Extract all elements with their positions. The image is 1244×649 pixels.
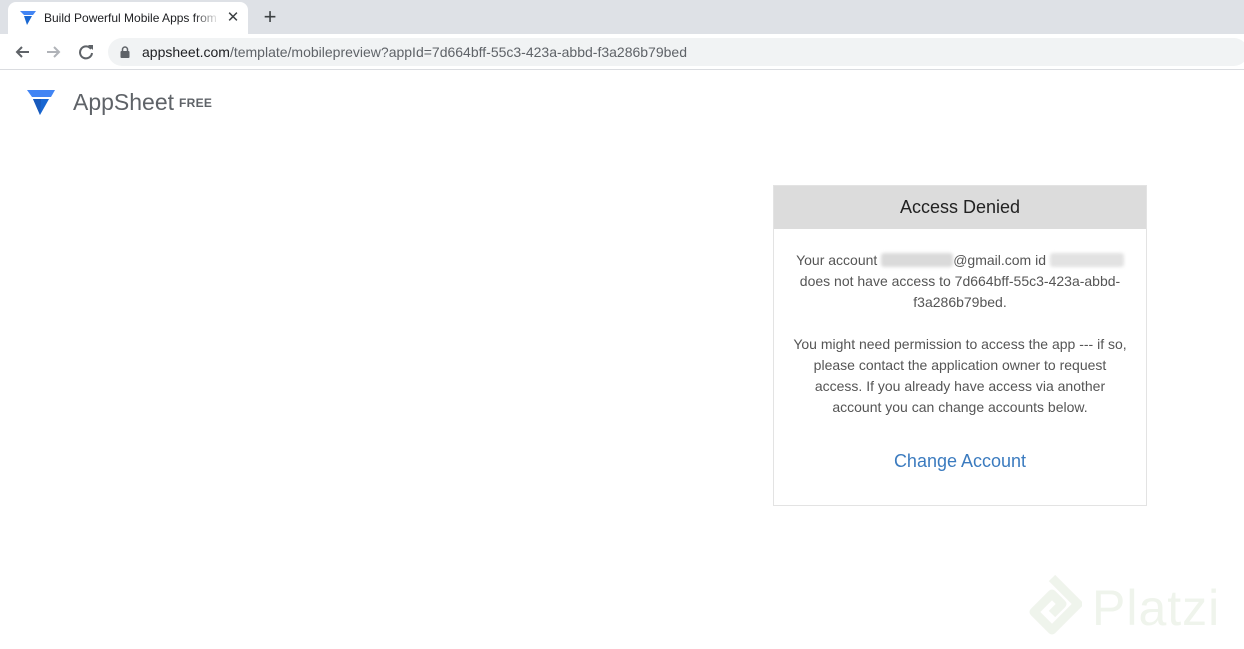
account-info-paragraph: Your account @gmail.com id does not have… xyxy=(790,250,1130,313)
url-host: appsheet.com xyxy=(142,44,230,60)
url-text: appsheet.com/template/mobilepreview?appI… xyxy=(142,44,687,60)
url-path: /template/mobilepreview?appId=7d664bff-5… xyxy=(229,44,687,60)
arrow-left-icon xyxy=(15,46,29,58)
forward-button[interactable] xyxy=(42,40,66,64)
tab-title: Build Powerful Mobile Apps from Data xyxy=(44,11,220,25)
appsheet-logo-icon xyxy=(27,90,55,115)
lock-icon xyxy=(120,46,130,58)
back-button[interactable] xyxy=(10,40,34,64)
browser-tab-strip: Build Powerful Mobile Apps from Data ✕ + xyxy=(0,0,1244,34)
arrow-right-icon xyxy=(47,46,61,58)
new-tab-button[interactable]: + xyxy=(258,5,282,29)
access-denied-card: Access Denied Your account @gmail.com id… xyxy=(773,185,1147,506)
platzi-logo-icon xyxy=(1029,574,1082,635)
permission-paragraph: You might need permission to access the … xyxy=(793,336,1127,415)
browser-tab-active[interactable]: Build Powerful Mobile Apps from Data ✕ xyxy=(8,2,248,34)
redacted-email xyxy=(881,253,954,267)
reload-button[interactable] xyxy=(74,40,98,64)
redacted-id xyxy=(1049,253,1124,267)
plan-badge: FREE xyxy=(179,96,213,110)
account-prefix: Your account xyxy=(796,252,878,268)
card-message: Your account @gmail.com id does not have… xyxy=(790,250,1130,418)
card-title: Access Denied xyxy=(774,186,1146,229)
change-account-link[interactable]: Change Account xyxy=(774,450,1146,472)
browser-toolbar: appsheet.com/template/mobilepreview?appI… xyxy=(0,34,1244,70)
reload-icon xyxy=(79,45,93,60)
tab-close-icon[interactable]: ✕ xyxy=(224,9,242,27)
no-access-text: does not have access to 7d664bff-55c3-42… xyxy=(799,273,1121,310)
email-domain: @gmail.com xyxy=(953,252,1032,268)
platzi-watermark-text: Platzi xyxy=(1092,580,1221,636)
app-name[interactable]: AppSheet xyxy=(73,88,174,116)
appsheet-favicon-icon xyxy=(20,11,36,25)
platzi-watermark: Platzi xyxy=(1022,572,1237,642)
address-bar[interactable]: appsheet.com/template/mobilepreview?appI… xyxy=(108,38,1244,66)
id-label: id xyxy=(1035,252,1047,268)
